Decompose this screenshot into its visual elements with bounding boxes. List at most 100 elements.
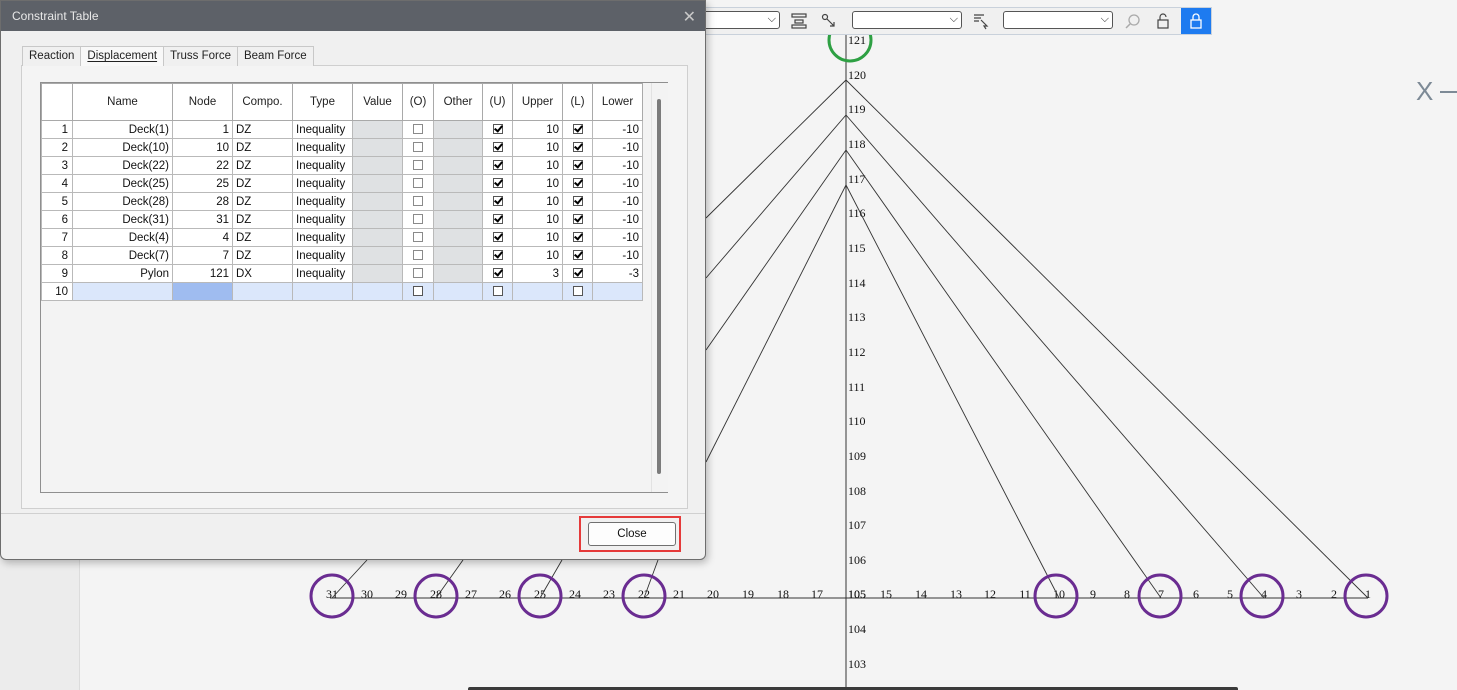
table-cell[interactable]: -10 <box>592 192 643 211</box>
table-cell[interactable] <box>433 264 483 283</box>
unlock-icon[interactable] <box>1153 11 1173 31</box>
table-cell[interactable]: -10 <box>592 246 643 265</box>
table-cell[interactable]: Pylon <box>72 264 173 283</box>
table-cell[interactable]: Inequality <box>292 210 353 229</box>
checkbox-unchecked[interactable] <box>572 286 583 297</box>
element-select-icon[interactable] <box>971 11 991 31</box>
table-cell[interactable]: 22 <box>172 156 233 175</box>
table-cell[interactable]: 121 <box>172 264 233 283</box>
table-cell[interactable] <box>292 282 353 301</box>
table-cell[interactable] <box>352 156 403 175</box>
table-cell[interactable]: -10 <box>592 228 643 247</box>
table-cell[interactable]: 31 <box>172 210 233 229</box>
checkbox-checked[interactable] <box>572 250 583 261</box>
table-cell[interactable]: 4 <box>172 228 233 247</box>
table-cell[interactable] <box>433 120 483 139</box>
checkbox-unchecked[interactable] <box>413 160 423 171</box>
column-header[interactable]: Type <box>292 83 353 121</box>
tab-reaction[interactable]: Reaction <box>22 46 82 66</box>
table-cell[interactable]: 10 <box>512 156 563 175</box>
checkbox-checked[interactable] <box>572 142 583 153</box>
table-row[interactable]: 5 Deck(28) 28 DZ Inequality 10 -10 <box>41 192 643 211</box>
scrollbar-thumb[interactable] <box>657 99 661 474</box>
table-cell[interactable]: Deck(28) <box>72 192 173 211</box>
checkbox-checked[interactable] <box>572 232 583 243</box>
checkbox-unchecked[interactable] <box>413 178 423 189</box>
checkbox-checked[interactable] <box>492 268 503 279</box>
checkbox-checked[interactable] <box>572 160 583 171</box>
table-cell[interactable]: DZ <box>232 228 293 247</box>
table-cell[interactable]: 10 <box>172 138 233 157</box>
table-cell[interactable]: -10 <box>592 120 643 139</box>
column-header[interactable]: Value <box>352 83 403 121</box>
column-header[interactable]: Lower <box>592 83 643 121</box>
table-cell[interactable]: 10 <box>512 228 563 247</box>
table-row[interactable]: 1 Deck(1) 1 DZ Inequality 10 -10 <box>41 120 643 139</box>
table-cell[interactable]: DZ <box>232 174 293 193</box>
table-cell[interactable]: 10 <box>512 138 563 157</box>
checkbox-checked[interactable] <box>572 268 583 279</box>
table-cell[interactable]: Deck(25) <box>72 174 173 193</box>
table-cell[interactable]: DZ <box>232 246 293 265</box>
table-cell[interactable]: 10 <box>41 282 73 301</box>
checkbox-checked[interactable] <box>492 160 503 171</box>
checkbox-unchecked[interactable] <box>413 286 423 297</box>
table-cell[interactable]: -3 <box>592 264 643 283</box>
table-cell[interactable]: 7 <box>172 246 233 265</box>
table-cell[interactable] <box>72 282 173 301</box>
table-row[interactable]: 8 Deck(7) 7 DZ Inequality 10 -10 <box>41 246 643 265</box>
table-cell[interactable] <box>433 174 483 193</box>
table-cell[interactable] <box>433 228 483 247</box>
toolbar-select-1[interactable]: ⌵ <box>701 11 780 29</box>
column-header[interactable]: Name <box>72 83 173 121</box>
column-header[interactable]: (U) <box>482 83 513 121</box>
table-cell[interactable] <box>433 210 483 229</box>
table-cell[interactable]: DZ <box>232 120 293 139</box>
table-cell[interactable] <box>352 264 403 283</box>
table-cell[interactable]: -10 <box>592 156 643 175</box>
table-cell[interactable]: Deck(22) <box>72 156 173 175</box>
checkbox-unchecked[interactable] <box>413 196 423 207</box>
table-cell[interactable] <box>433 246 483 265</box>
table-cell[interactable]: 1 <box>41 120 73 139</box>
checkbox-checked[interactable] <box>492 250 503 261</box>
constraint-grid[interactable]: Name Node Compo. Type Value (O) Other (U) Upper(… <box>40 82 668 493</box>
close-icon[interactable]: ✕ <box>683 7 696 27</box>
table-cell[interactable]: 4 <box>41 174 73 193</box>
search-icon[interactable] <box>1123 11 1143 31</box>
checkbox-unchecked[interactable] <box>413 232 423 243</box>
table-cell[interactable]: DZ <box>232 192 293 211</box>
table-cell[interactable]: 25 <box>172 174 233 193</box>
checkbox-checked[interactable] <box>492 232 503 243</box>
table-cell[interactable]: 3 <box>41 156 73 175</box>
table-row[interactable]: 3 Deck(22) 22 DZ Inequality 10 -10 <box>41 156 643 175</box>
table-cell[interactable]: 10 <box>512 120 563 139</box>
column-header[interactable]: (L) <box>562 83 593 121</box>
checkbox-checked[interactable] <box>572 196 583 207</box>
table-cell[interactable] <box>172 282 233 301</box>
table-cell[interactable] <box>352 210 403 229</box>
table-row-new[interactable]: 10 <box>41 282 643 301</box>
table-cell[interactable]: 10 <box>512 210 563 229</box>
table-cell[interactable]: DZ <box>232 138 293 157</box>
column-header[interactable]: Other <box>433 83 483 121</box>
table-cell[interactable] <box>512 282 563 301</box>
table-cell[interactable]: -10 <box>592 138 643 157</box>
table-cell[interactable]: Inequality <box>292 228 353 247</box>
checkbox-checked[interactable] <box>572 124 583 135</box>
table-cell[interactable]: Inequality <box>292 138 353 157</box>
close-button[interactable]: Close <box>588 522 676 546</box>
lock-icon[interactable] <box>1181 8 1211 34</box>
table-cell[interactable]: Inequality <box>292 156 353 175</box>
table-row[interactable]: 6 Deck(31) 31 DZ Inequality 10 -10 <box>41 210 643 229</box>
table-cell[interactable]: 9 <box>41 264 73 283</box>
table-cell[interactable]: 10 <box>512 192 563 211</box>
checkbox-checked[interactable] <box>492 178 503 189</box>
node-select-icon[interactable] <box>819 11 839 31</box>
column-header[interactable] <box>41 83 73 121</box>
table-cell[interactable]: DZ <box>232 156 293 175</box>
table-cell[interactable]: Inequality <box>292 120 353 139</box>
table-cell[interactable] <box>352 138 403 157</box>
column-header[interactable]: (O) <box>402 83 434 121</box>
table-cell[interactable]: 2 <box>41 138 73 157</box>
